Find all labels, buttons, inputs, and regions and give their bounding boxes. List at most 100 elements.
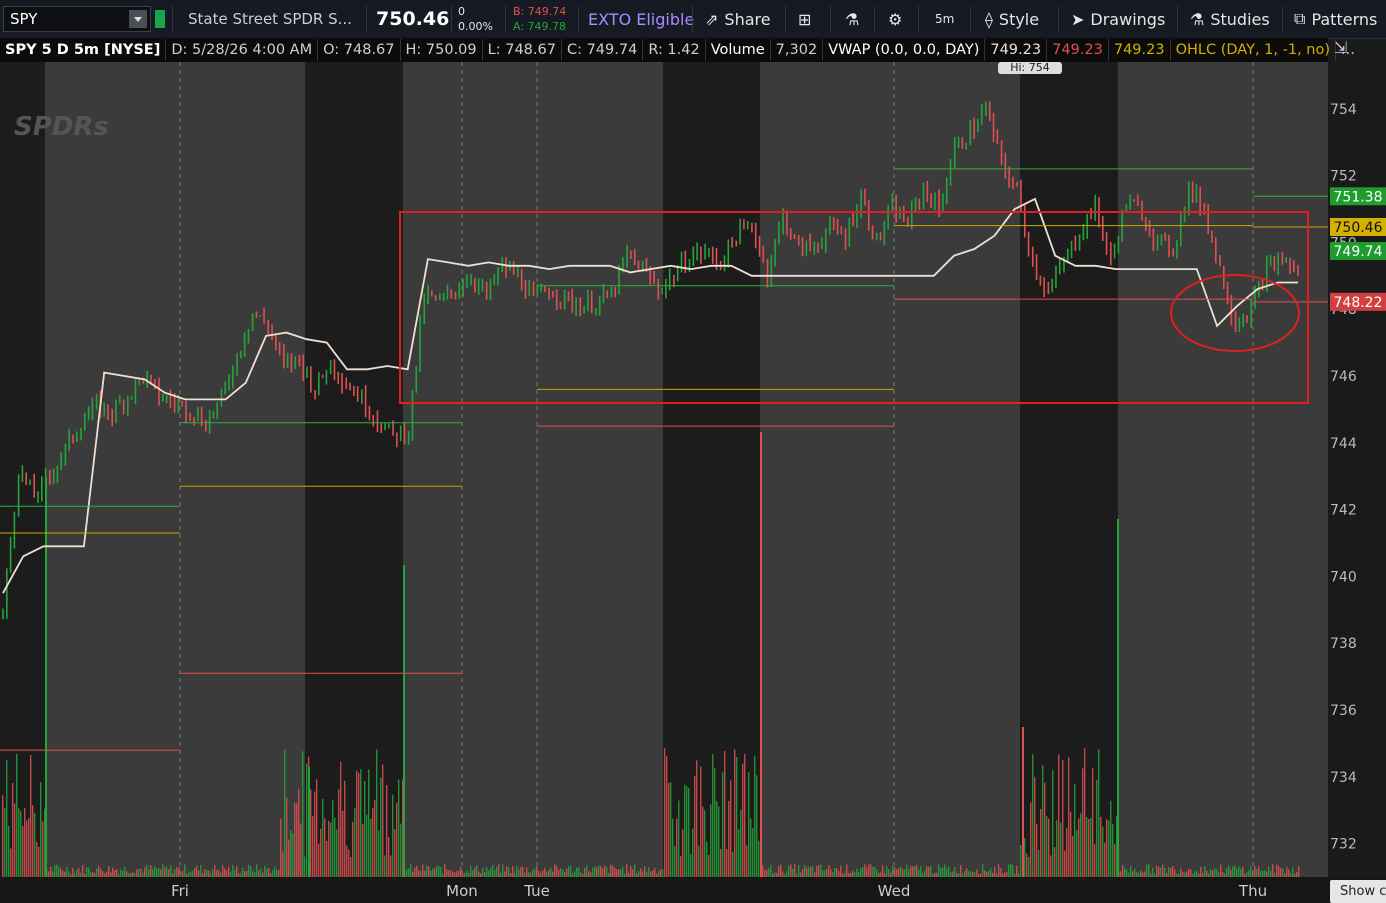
volume-bar — [58, 866, 60, 877]
volume-bar — [660, 869, 662, 877]
volume-bar — [1110, 800, 1112, 877]
y-tick-label: 736 — [1330, 703, 1357, 719]
compare-button[interactable]: ⊞ — [798, 0, 817, 38]
volume-bar — [1126, 869, 1128, 877]
vwap-label[interactable]: VWAP (0.0, 0.0, DAY) — [823, 39, 986, 61]
volume-bar — [494, 870, 496, 877]
flask-button[interactable]: ⚗ — [845, 0, 865, 38]
volume-bar — [384, 855, 386, 877]
volume-bar — [168, 868, 170, 877]
dropdown-icon[interactable] — [129, 10, 147, 28]
volume-bar — [400, 823, 402, 877]
volume-bar — [288, 839, 290, 877]
settings-button[interactable]: ⚙ — [888, 0, 908, 38]
divider — [830, 6, 831, 32]
volume-bar — [1218, 872, 1220, 877]
volume-bar — [978, 873, 980, 877]
volume-bar — [696, 760, 698, 877]
volume-bar — [626, 864, 628, 877]
volume-bar — [1106, 819, 1108, 877]
expand-icon[interactable]: ⇲ — [1334, 38, 1347, 57]
volume-bar — [676, 818, 678, 877]
exto-eligible-label[interactable]: EXTO Eligible — [588, 0, 694, 38]
volume-bar — [320, 828, 322, 877]
volume-bar — [796, 873, 798, 877]
share-button[interactable]: ⇗ Share — [705, 0, 771, 38]
volume-bar — [656, 873, 658, 877]
volume-bar — [352, 821, 354, 877]
volume-bar — [484, 872, 486, 877]
divider — [451, 6, 452, 32]
volume-bar — [1204, 866, 1206, 877]
volume-bar — [90, 871, 92, 877]
ohlc-study-label[interactable]: OHLC (DAY, 1, -1, no) — [1171, 39, 1337, 61]
volume-bar — [1052, 770, 1054, 877]
volume-bar — [528, 871, 530, 877]
volume-bar — [812, 866, 814, 877]
price-chart[interactable]: SPDRsHi: 7547547527507487467447427407387… — [0, 62, 1386, 903]
drawings-button[interactable]: ➤ Drawings — [1071, 0, 1165, 38]
show-button[interactable]: Show c — [1330, 880, 1386, 903]
studies-button[interactable]: ⚗ Studies — [1190, 0, 1270, 38]
volume-bar — [1004, 872, 1006, 877]
volume-bar — [1030, 802, 1032, 877]
volume-bar — [1196, 870, 1198, 877]
volume-bar — [802, 868, 804, 877]
volume-bar — [470, 865, 472, 877]
volume-bar — [8, 825, 10, 877]
volume-bar — [668, 782, 670, 877]
volume-bar — [850, 872, 852, 877]
volume-bar — [1032, 754, 1034, 877]
session-band — [180, 62, 305, 877]
volume-bar — [788, 865, 790, 877]
session-band — [45, 62, 180, 877]
style-button[interactable]: ⟠ Style — [985, 0, 1039, 38]
interval-button[interactable]: 5m — [935, 0, 954, 38]
volume-bar — [282, 851, 284, 877]
patterns-label: Patterns — [1311, 9, 1378, 29]
volume-bar — [442, 873, 444, 877]
session-band — [462, 62, 537, 877]
volume-bar — [702, 806, 704, 877]
volume-bar — [534, 868, 536, 877]
volume-bar — [542, 870, 544, 877]
volume-bar — [138, 868, 140, 877]
volume-bar — [500, 873, 502, 877]
volume-bar — [486, 866, 488, 877]
volume-bar — [538, 871, 540, 877]
link-icon[interactable] — [155, 10, 165, 28]
volume-bar — [592, 867, 594, 877]
volume-bar — [464, 873, 466, 877]
symbol-input[interactable]: SPY — [3, 6, 151, 32]
volume-label[interactable]: Volume — [706, 39, 771, 61]
volume-bar — [1222, 872, 1224, 877]
y-tick-label: 732 — [1330, 837, 1357, 853]
volume-bar — [690, 853, 692, 877]
volume-bar — [838, 871, 840, 877]
volume-bar — [858, 871, 860, 877]
volume-bar — [246, 870, 248, 877]
volume-bar — [614, 867, 616, 877]
volume-bar — [914, 866, 916, 877]
symbol-description: State Street SPDR S... — [188, 10, 352, 28]
volume-bar — [834, 868, 836, 877]
volume-bar — [172, 873, 174, 877]
volume-bar — [1096, 779, 1098, 877]
volume-bar — [546, 871, 548, 877]
volume-bar — [414, 867, 416, 877]
volume-bar — [194, 868, 196, 877]
volume-bar — [1170, 868, 1172, 877]
volume-bar — [608, 873, 610, 877]
y-tick-label: 752 — [1330, 169, 1357, 185]
volume-bar — [532, 869, 534, 877]
patterns-button[interactable]: ⧉ Patterns — [1294, 0, 1377, 38]
volume-bar — [436, 865, 438, 877]
volume-bar — [658, 871, 660, 877]
volume-bar — [200, 865, 202, 877]
volume-bar — [956, 872, 958, 877]
volume-bar — [476, 864, 478, 877]
volume-bar — [738, 829, 740, 877]
volume-bar — [412, 871, 414, 877]
volume-bar — [1088, 818, 1090, 877]
volume-bar — [964, 870, 966, 877]
